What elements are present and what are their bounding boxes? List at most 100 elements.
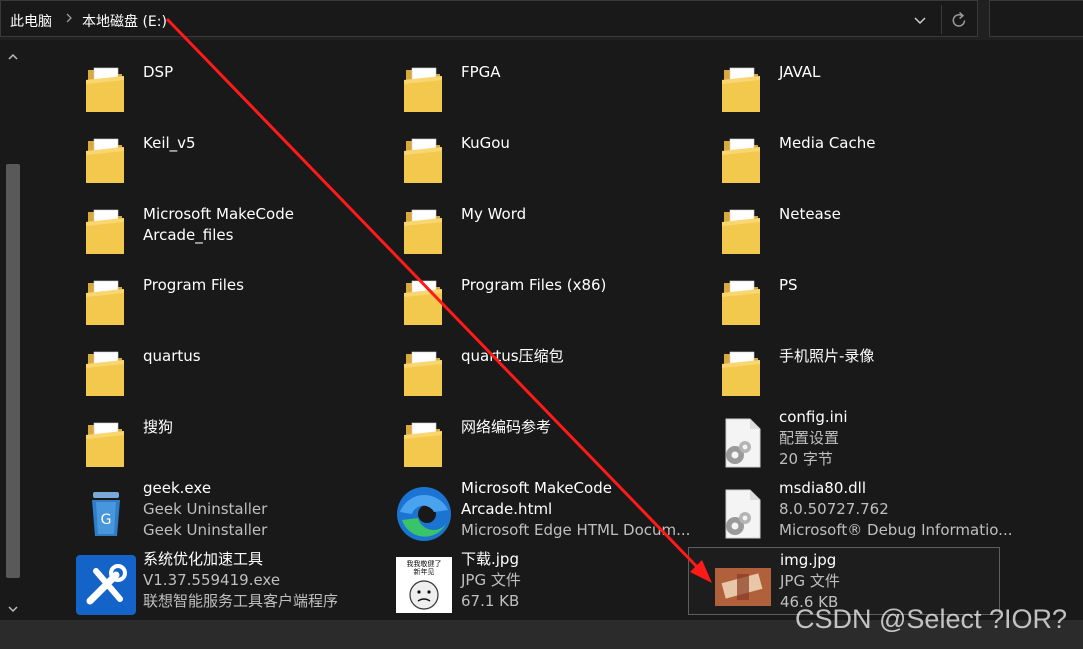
file-name: Microsoft MakeCode [143, 205, 294, 223]
file-name: config.ini [779, 408, 848, 426]
file-item[interactable]: 系统优化加速工具 V1.37.559419.exe 联想智能服务工具客户端程序 [52, 547, 364, 615]
breadcrumb-this-pc[interactable]: 此电脑 [10, 11, 52, 31]
file-list: DSP FPGA JAVAL Keil_v5 KuGou Media Cache… [26, 44, 1083, 620]
file-item[interactable]: KuGou [370, 121, 682, 189]
file-type: 配置设置 [779, 429, 840, 447]
file-name: FPGA [461, 63, 501, 81]
folder-icon [402, 62, 446, 114]
folder-icon [84, 62, 128, 114]
divider [941, 5, 942, 34]
file-name: DSP [143, 63, 174, 81]
file-size: Microsoft® Debug Informatio... [779, 521, 1013, 539]
file-item[interactable]: 我我敬健了 新年见 下载.jpg JPG 文件 67.1 KB [370, 547, 682, 615]
folder-icon [720, 133, 764, 185]
svg-text:G: G [101, 512, 112, 528]
image-thumbnail-icon [713, 556, 773, 616]
file-name: 下载.jpg [461, 550, 519, 568]
address-bar[interactable]: 此电脑 本地磁盘 (E:) [0, 0, 978, 37]
search-input[interactable] [989, 0, 1083, 37]
file-type: JPG 文件 [461, 571, 521, 589]
file-item[interactable]: Netease [688, 192, 1000, 260]
chevron-down-icon[interactable] [912, 12, 928, 28]
file-name: Program Files [143, 276, 244, 294]
scroll-up-icon[interactable] [6, 52, 20, 62]
folder-icon [84, 133, 128, 185]
file-item[interactable]: G geek.exe Geek Uninstaller Geek Uninstall… [52, 476, 364, 544]
file-item[interactable]: Program Files [52, 263, 364, 331]
scroll-down-icon[interactable] [6, 604, 20, 614]
file-name: JAVAL [779, 63, 821, 81]
folder-icon [720, 204, 764, 256]
file-name: msdia80.dll [779, 479, 867, 497]
file-type: 8.0.50727.762 [779, 500, 889, 518]
edge-icon [394, 484, 454, 544]
address-bar-area: 此电脑 本地磁盘 (E:) [0, 0, 1083, 40]
geek-uninstaller-icon: G [84, 488, 128, 540]
file-name: img.jpg [780, 551, 837, 569]
breadcrumb-local-disk[interactable]: 本地磁盘 (E:) [82, 11, 167, 31]
watermark: CSDN @Select ?IOR? [795, 604, 1067, 634]
dll-file-icon [720, 488, 764, 540]
folder-icon [84, 346, 128, 398]
file-name: 网络编码参考 [461, 418, 552, 436]
svg-text:新年见: 新年见 [414, 567, 435, 576]
file-name: Program Files (x86) [461, 276, 607, 294]
file-item[interactable]: 手机照片-录像 [688, 334, 1000, 402]
file-name-line2: Arcade.html [461, 500, 553, 518]
file-type: Geek Uninstaller [143, 500, 268, 518]
folder-icon [402, 346, 446, 398]
file-item[interactable]: 网络编码参考 [370, 405, 682, 473]
file-item[interactable]: Media Cache [688, 121, 1000, 189]
file-item[interactable]: DSP [52, 50, 364, 118]
folder-icon [402, 417, 446, 469]
file-name: PS [779, 276, 798, 294]
file-name: Keil_v5 [143, 134, 196, 152]
file-name: My Word [461, 205, 527, 223]
file-type: V1.37.559419.exe [143, 571, 281, 589]
folder-icon [84, 275, 128, 327]
tools-icon [76, 555, 136, 615]
file-name: KuGou [461, 134, 510, 152]
image-thumbnail-icon: 我我敬健了 新年见 [394, 555, 454, 615]
folder-icon [402, 204, 446, 256]
scrollbar-thumb[interactable] [6, 164, 20, 578]
file-size: Geek Uninstaller [143, 521, 268, 539]
file-name: Microsoft MakeCode [461, 479, 612, 497]
file-item[interactable]: Program Files (x86) [370, 263, 682, 331]
file-name: 手机照片-录像 [779, 347, 875, 365]
file-item[interactable]: quartus压缩包 [370, 334, 682, 402]
refresh-icon[interactable] [950, 10, 968, 30]
svg-text:我我敬健了: 我我敬健了 [407, 559, 442, 568]
file-item[interactable]: quartus [52, 334, 364, 402]
file-name: Netease [779, 205, 841, 223]
file-size: 联想智能服务工具客户端程序 [143, 592, 339, 610]
folder-icon [720, 275, 764, 327]
file-item[interactable]: JAVAL [688, 50, 1000, 118]
file-item[interactable]: My Word [370, 192, 682, 260]
file-item[interactable]: FPGA [370, 50, 682, 118]
file-item[interactable]: msdia80.dll 8.0.50727.762 Microsoft® Debug… [688, 476, 1013, 544]
file-type: Microsoft Edge HTML Docum... [461, 521, 691, 539]
folder-icon [402, 133, 446, 185]
file-item[interactable]: Microsoft MakeCode Arcade_files [52, 192, 364, 260]
file-name: quartus [143, 347, 201, 365]
folder-icon [84, 417, 128, 469]
file-size: 20 字节 [779, 450, 833, 468]
file-name: 搜狗 [143, 418, 174, 436]
file-item[interactable]: Microsoft MakeCode Arcade.html Microsoft E… [370, 476, 690, 544]
file-name: 系统优化加速工具 [143, 550, 264, 568]
settings-file-icon [720, 417, 764, 469]
vertical-scrollbar[interactable] [0, 44, 26, 620]
file-item[interactable]: config.ini 配置设置 20 字节 [688, 405, 1000, 473]
folder-icon [720, 62, 764, 114]
file-size: 67.1 KB [461, 592, 520, 610]
file-item[interactable]: 搜狗 [52, 405, 364, 473]
folder-icon [402, 275, 446, 327]
file-item[interactable]: Keil_v5 [52, 121, 364, 189]
file-name: quartus压缩包 [461, 347, 564, 365]
chevron-right-icon [66, 13, 72, 23]
file-type: JPG 文件 [780, 572, 840, 590]
file-item[interactable]: PS [688, 263, 1000, 331]
folder-icon [84, 204, 128, 256]
file-name: Media Cache [779, 134, 876, 152]
